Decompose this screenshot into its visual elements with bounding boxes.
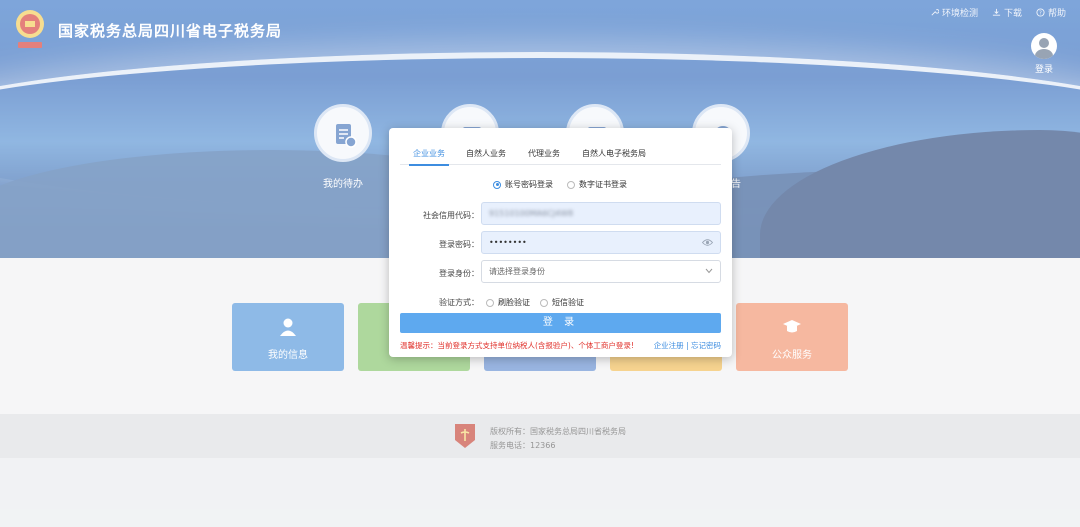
password-input[interactable]: •••••••• [481,231,721,254]
radio-checked-icon [493,180,501,189]
radio-face-verify-label: 刷脸验证 [498,298,530,307]
tab-individual-etax[interactable]: 自然人电子税务局 [582,148,646,159]
credit-code-input[interactable]: 91510100MA6CJ4W8 [481,202,721,225]
radio-sms-verify[interactable]: 短信验证 [540,297,584,308]
register-link[interactable]: 企业注册 [654,341,684,350]
radio-unchecked-icon [486,298,494,307]
radio-unchecked-icon [567,180,575,189]
radio-certificate-login-label: 数字证书登录 [579,180,627,189]
radio-certificate-login[interactable]: 数字证书登录 [567,179,627,190]
login-notice: 温馨提示：当前登录方式支持单位纳税人(含报验户)、个体工商户登录! [400,341,634,350]
tab-individual[interactable]: 自然人业务 [466,148,506,159]
credit-code-label: 社会信用代码： [423,211,479,220]
login-tabs: 企业业务 自然人业务 代理业务 自然人电子税务局 [400,146,721,166]
password-label: 登录密码： [439,240,479,249]
tab-agent[interactable]: 代理业务 [528,148,560,159]
identity-select[interactable]: 请选择登录身份 [481,260,721,283]
eye-icon[interactable] [702,238,713,247]
modal-links: 企业注册 | 忘记密码 [654,340,721,351]
link-separator: | [686,341,689,350]
login-modal: 企业业务 自然人业务 代理业务 自然人电子税务局 账号密码登录 数字证书登录 社… [389,128,732,357]
radio-password-login[interactable]: 账号密码登录 [493,179,553,190]
tab-enterprise[interactable]: 企业业务 [409,148,449,166]
forgot-password-link[interactable]: 忘记密码 [691,341,721,350]
credit-code-value: 91510100MA6CJ4W8 [489,209,574,218]
identity-placeholder: 请选择登录身份 [489,267,545,276]
radio-face-verify[interactable]: 刷脸验证 [486,297,530,308]
radio-unchecked-icon [540,298,548,307]
radio-password-login-label: 账号密码登录 [505,180,553,189]
verify-label: 验证方式： [439,298,479,307]
identity-label: 登录身份： [439,269,479,278]
login-mode-group: 账号密码登录 数字证书登录 [389,179,732,191]
login-button[interactable]: 登 录 [400,313,721,333]
chevron-down-icon [705,268,713,274]
password-value: •••••••• [489,238,527,247]
radio-sms-verify-label: 短信验证 [552,298,584,307]
